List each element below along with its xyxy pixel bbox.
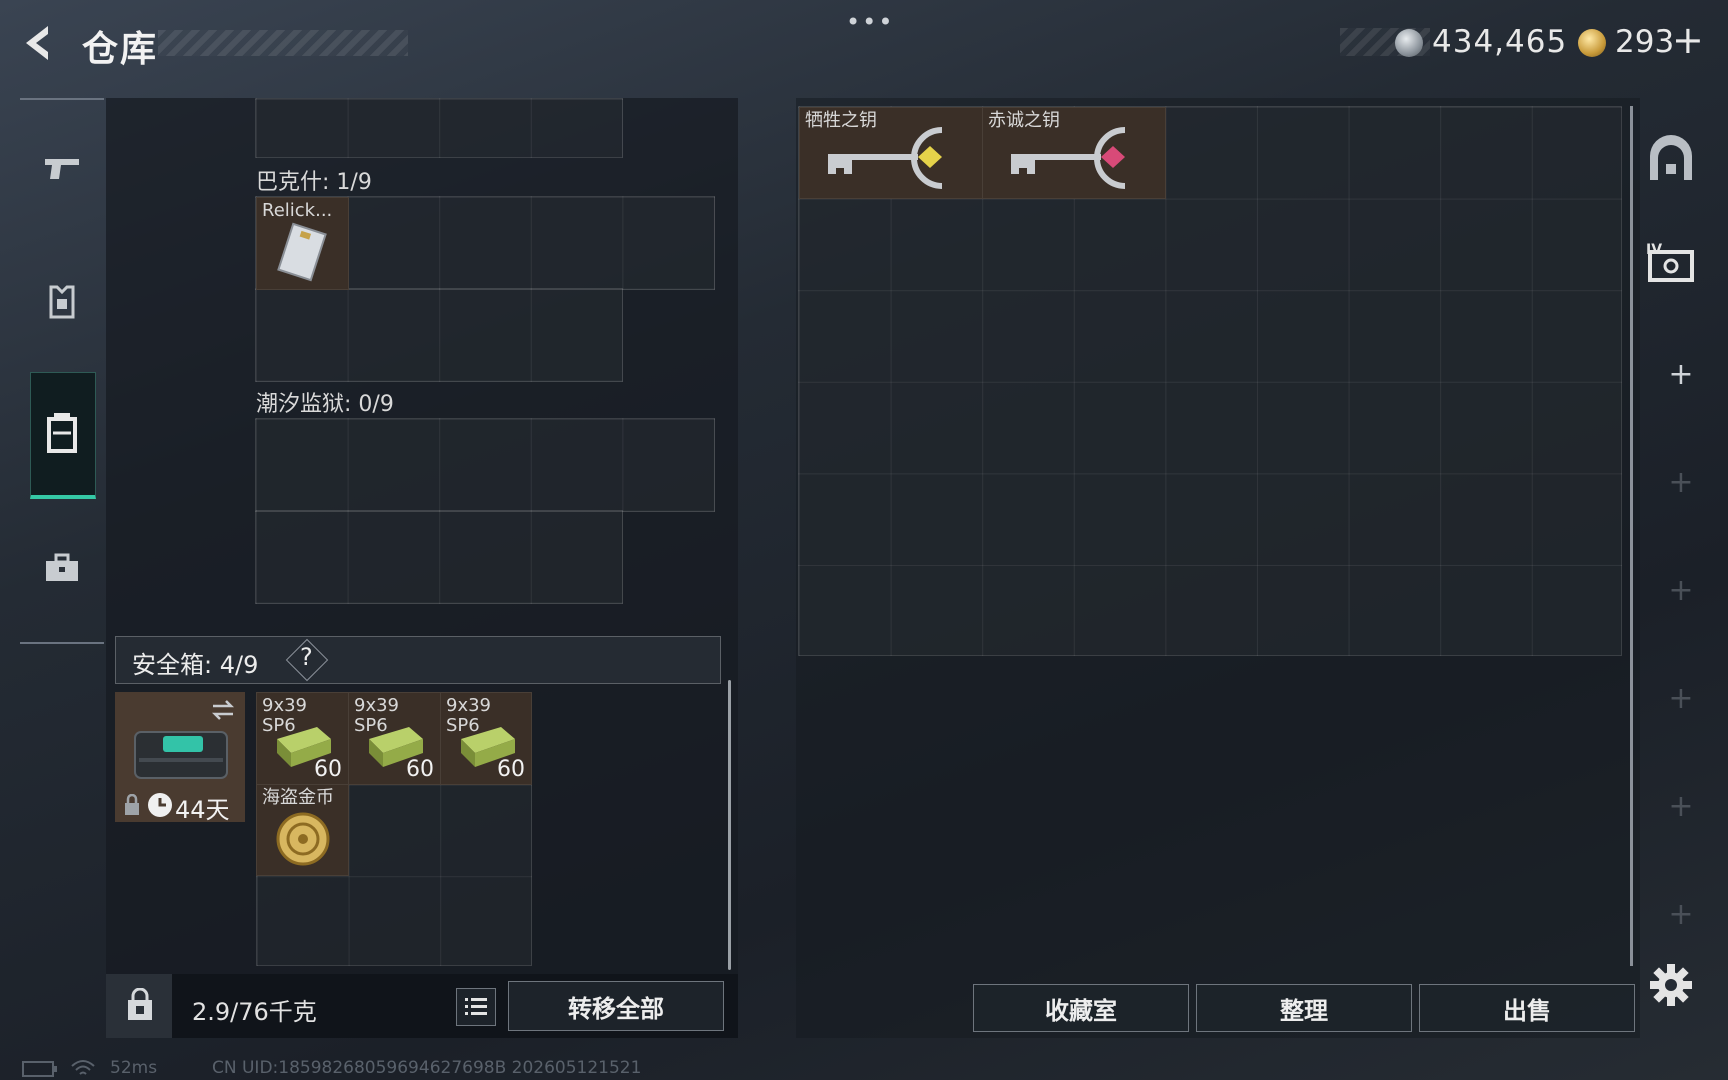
locked-stash-slot: + (1668, 573, 1694, 608)
sell-button[interactable]: 出售 (1419, 984, 1635, 1032)
toolbox-icon (46, 553, 78, 581)
gold-coin-icon (1578, 29, 1606, 57)
collection-room-button[interactable]: 收藏室 (973, 984, 1189, 1032)
warehouse-icon (1650, 135, 1692, 180)
sincerity-key-item[interactable]: 赤诚之钥 (982, 107, 1166, 199)
locked-stash-slot: + (1668, 789, 1694, 824)
back-arrow-icon[interactable] (18, 20, 62, 66)
more-menu-icon[interactable]: ••• (846, 8, 894, 36)
weight-lock[interactable] (106, 974, 172, 1038)
safe-case-slot[interactable]: 44天 (115, 692, 245, 824)
ammo-name: 9x39 SP6 (354, 695, 400, 736)
relic-item[interactable]: Relick... (256, 197, 349, 290)
vest-icon (49, 285, 75, 319)
wifi-icon (71, 1060, 95, 1075)
rail-weapon-tab[interactable] (30, 118, 94, 218)
gold-amount: 293 (1615, 24, 1675, 60)
relic-card-icon (277, 222, 327, 282)
ammo-item[interactable]: 9x39 SP6 60 (440, 692, 532, 785)
page-title: 仓库 (82, 29, 159, 70)
sort-button[interactable]: 整理 (1196, 984, 1412, 1032)
pirate-coin-item[interactable]: 海盗金币 (256, 784, 349, 876)
settings-gear-icon[interactable] (1648, 962, 1694, 1008)
ammo-count: 60 (314, 757, 342, 782)
clock-icon (148, 793, 172, 817)
rail-armor-tab[interactable] (30, 252, 94, 352)
section-bakshi-label: 巴克什: 1/9 (256, 170, 372, 195)
backpack-icon (47, 413, 77, 453)
lock-icon (125, 794, 139, 815)
sacrifice-key-item[interactable]: 牺牲之钥 (799, 107, 983, 199)
status-bar: 52ms CN UID:18598268059694627698B 202605… (0, 1056, 1728, 1080)
locked-stash-slot: + (1668, 465, 1694, 500)
weight-lock-icon (128, 988, 152, 1020)
safe-box-tab-icon: IV (1646, 242, 1694, 282)
battery-icon (22, 1061, 57, 1077)
help-button[interactable]: ? (300, 643, 313, 671)
top-bar: 仓库 ••• 434,465 293 + (0, 0, 1728, 90)
relic-item-label: Relick... (262, 200, 333, 221)
locked-stash-slot: + (1668, 681, 1694, 716)
ammo-count: 60 (497, 757, 525, 782)
storage-tab[interactable] (1646, 134, 1696, 184)
tide-grid-row1 (255, 418, 715, 512)
key-icon (1011, 127, 1126, 189)
svg-text:IV: IV (1646, 242, 1662, 258)
ammo-name: 9x39 SP6 (446, 695, 492, 736)
safe-box-label: 安全箱: 4/9 (132, 651, 259, 679)
silver-amount: 434,465 (1432, 24, 1568, 60)
weight-bar: 2.9/76千克 转移全部 (106, 974, 738, 1038)
ammo-item[interactable]: 9x39 SP6 60 (348, 692, 441, 785)
uid-readout: CN UID:18598268059694627698B 20260512152… (212, 1058, 642, 1078)
bakshi-grid-row2 (255, 288, 623, 382)
gold-coin-icon (276, 812, 330, 866)
left-scrollbar[interactable] (728, 680, 731, 970)
ammo-item[interactable]: 9x39 SP6 60 (256, 692, 349, 785)
rail-backpack-tab[interactable] (30, 372, 96, 499)
stash-page-4-tab[interactable]: IV (1644, 240, 1698, 288)
stash-scrollbar[interactable] (1630, 106, 1633, 966)
tide-grid-row2 (255, 510, 623, 604)
safe-box-header: 安全箱: 4/9 ? (115, 636, 721, 684)
add-stash-page-button[interactable]: + (1657, 351, 1705, 399)
ammo-name: 9x39 SP6 (262, 695, 308, 736)
list-view-button[interactable] (456, 988, 496, 1026)
ping-readout: 52ms (110, 1058, 158, 1078)
rail-toolbox-tab[interactable] (30, 518, 94, 618)
add-gold-button[interactable]: + (1672, 18, 1704, 62)
pistol-icon (45, 159, 79, 179)
title-decoration (158, 30, 408, 56)
ammo-count: 60 (406, 757, 434, 782)
silver-coin-icon (1395, 29, 1423, 57)
section-tide-label: 潮汐监狱: 0/9 (256, 392, 394, 417)
pirate-coin-label: 海盗金币 (262, 787, 334, 808)
swap-icon[interactable] (209, 698, 237, 722)
locked-stash-slot: + (1668, 897, 1694, 932)
container-grid-top (255, 98, 623, 158)
safe-timer: 44天 (175, 796, 230, 824)
right-nav-rail (1646, 104, 1716, 964)
weight-readout: 2.9/76千克 (192, 998, 317, 1026)
transfer-all-button[interactable]: 转移全部 (508, 981, 724, 1031)
key-icon (828, 127, 943, 189)
list-icon (465, 998, 487, 1015)
safe-case-icon (134, 731, 228, 779)
